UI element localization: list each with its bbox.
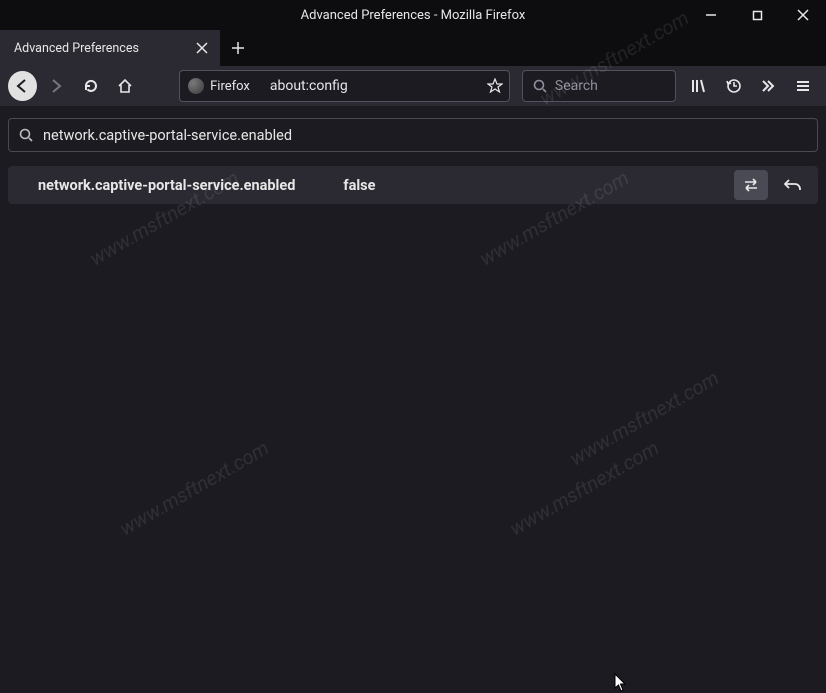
search-placeholder: Search	[555, 78, 598, 94]
tab-label: Advanced Preferences	[14, 41, 190, 56]
library-icon	[691, 78, 707, 94]
home-icon	[117, 78, 133, 94]
close-icon	[797, 9, 809, 21]
pref-value: false	[343, 177, 734, 194]
pref-toggle-button[interactable]	[734, 170, 768, 200]
watermark-text: www.msftnext.com	[565, 366, 723, 471]
plus-icon	[231, 41, 245, 55]
overflow-menu-button[interactable]	[753, 70, 784, 102]
search-icon	[19, 128, 33, 142]
arrow-right-icon	[48, 78, 64, 94]
watermark-text: www.msftnext.com	[505, 436, 663, 541]
app-menu-button[interactable]	[787, 70, 818, 102]
search-icon	[533, 79, 547, 93]
url-text: about:config	[270, 78, 481, 94]
reload-icon	[83, 78, 99, 94]
pref-row: network.captive-portal-service.enabled f…	[8, 166, 818, 204]
window-minimize-button[interactable]	[688, 0, 734, 30]
chevron-double-right-icon	[760, 78, 776, 94]
pref-search-value: network.captive-portal-service.enabled	[43, 127, 292, 144]
forward-button[interactable]	[41, 70, 72, 102]
window-close-button[interactable]	[780, 0, 826, 30]
close-icon	[196, 42, 208, 54]
search-bar[interactable]: Search	[522, 70, 676, 102]
identity-box[interactable]: Firefox	[179, 70, 260, 102]
pref-search-input[interactable]: network.captive-portal-service.enabled	[8, 118, 818, 152]
tab-advanced-preferences[interactable]: Advanced Preferences	[0, 30, 220, 66]
history-icon	[726, 78, 742, 94]
watermark-text: www.msftnext.com	[115, 436, 273, 541]
window-title: Advanced Preferences - Mozilla Firefox	[301, 8, 526, 23]
page-content: network.captive-portal-service.enabled n…	[0, 106, 826, 693]
toggle-arrows-icon	[742, 178, 760, 192]
pref-name: network.captive-portal-service.enabled	[38, 177, 295, 194]
tabstrip: Advanced Preferences	[0, 30, 826, 66]
undo-icon	[784, 177, 802, 193]
firefox-logo-icon	[188, 78, 204, 94]
window-titlebar: Advanced Preferences - Mozilla Firefox	[0, 0, 826, 30]
new-tab-button[interactable]	[220, 30, 256, 66]
library-button[interactable]	[684, 70, 715, 102]
back-button[interactable]	[8, 71, 37, 101]
urlbar-container: Firefox about:config	[179, 70, 510, 102]
history-button[interactable]	[718, 70, 749, 102]
star-icon	[487, 78, 503, 94]
tab-close-button[interactable]	[190, 36, 214, 60]
mouse-cursor-icon	[614, 673, 628, 693]
maximize-icon	[752, 10, 763, 21]
hamburger-icon	[795, 78, 811, 94]
home-button[interactable]	[110, 70, 141, 102]
window-controls	[688, 0, 826, 30]
window-maximize-button[interactable]	[734, 0, 780, 30]
minimize-icon	[705, 9, 717, 21]
pref-reset-button[interactable]	[776, 170, 810, 200]
navigation-toolbar: Firefox about:config Search	[0, 66, 826, 106]
arrow-left-icon	[14, 78, 30, 94]
reload-button[interactable]	[75, 70, 106, 102]
bookmark-button[interactable]	[487, 78, 503, 94]
identity-label: Firefox	[210, 79, 250, 94]
url-bar[interactable]: about:config	[260, 70, 510, 102]
